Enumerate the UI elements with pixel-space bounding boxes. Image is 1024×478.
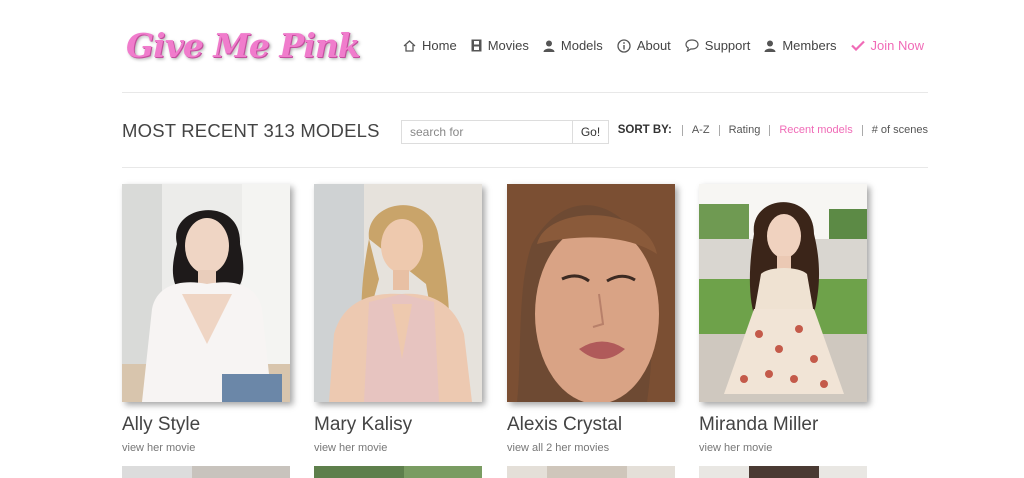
search-input[interactable] (402, 121, 572, 143)
next-row-thumb (699, 466, 867, 478)
model-card: Alexis Crystal view all 2 her movies (507, 184, 675, 478)
user-icon (764, 40, 776, 52)
chat-bubble-icon (685, 39, 699, 52)
checkmark-icon (850, 40, 865, 51)
nav-home[interactable]: Home (403, 38, 457, 53)
nav-movies-label: Movies (487, 38, 529, 53)
nav-models[interactable]: Models (543, 38, 603, 53)
sort-option-rating[interactable]: Rating (718, 124, 770, 136)
model-movie-link[interactable]: view her movie (314, 442, 387, 454)
sort-bar: SORT BY: A-Z Rating Recent models # of s… (618, 124, 928, 136)
sort-option-scenes[interactable]: # of scenes (861, 124, 928, 136)
model-photo[interactable] (314, 184, 482, 402)
model-name[interactable]: Alexis Crystal (507, 414, 622, 436)
model-photo[interactable] (122, 184, 290, 402)
nav-home-label: Home (422, 38, 457, 53)
model-name[interactable]: Ally Style (122, 414, 200, 436)
model-card: Mary Kalisy view her movie (314, 184, 482, 478)
model-movie-link[interactable]: view her movie (122, 442, 195, 454)
model-name[interactable]: Mary Kalisy (314, 414, 412, 436)
model-name[interactable]: Miranda Miller (699, 414, 818, 436)
search-form: Go! (401, 120, 609, 144)
nav-members[interactable]: Members (764, 38, 837, 53)
user-icon (543, 40, 555, 52)
nav-join[interactable]: Join Now (850, 38, 924, 53)
main-nav: Home Movies Models About Support Members… (389, 38, 924, 53)
nav-movies[interactable]: Movies (471, 38, 529, 53)
model-card: Ally Style view her movie (122, 184, 290, 478)
page-title: MOST RECENT 313 MODELS (122, 120, 380, 141)
home-icon (403, 39, 416, 52)
sort-option-recent-models[interactable]: Recent models (769, 124, 861, 136)
site-logo[interactable]: Give Me Pink (126, 26, 361, 65)
nav-about[interactable]: About (617, 38, 671, 53)
nav-support-label: Support (704, 38, 751, 53)
nav-support[interactable]: Support (685, 38, 751, 53)
info-icon (617, 38, 631, 53)
sort-option-a-z[interactable]: A-Z (681, 124, 719, 136)
sort-label: SORT BY: (617, 124, 672, 136)
model-photo[interactable] (699, 184, 867, 402)
model-card: Miranda Miller view her movie (699, 184, 867, 478)
next-row-thumb (507, 466, 675, 478)
site-header: Give Me Pink Home Movies Models About Su… (122, 0, 928, 93)
listing-toolbar: MOST RECENT 313 MODELS Go! SORT BY: A-Z … (122, 93, 928, 168)
nav-models-label: Models (560, 38, 603, 53)
nav-about-label: About (636, 38, 671, 53)
nav-members-label: Members (782, 38, 837, 53)
search-go-button[interactable]: Go! (572, 121, 608, 143)
nav-join-label: Join Now (870, 38, 924, 53)
model-movie-link[interactable]: view all 2 her movies (507, 442, 609, 454)
film-icon (471, 39, 482, 52)
model-photo[interactable] (507, 184, 675, 402)
next-row-thumb (122, 466, 290, 478)
model-movie-link[interactable]: view her movie (699, 442, 772, 454)
next-row-thumb (314, 466, 482, 478)
